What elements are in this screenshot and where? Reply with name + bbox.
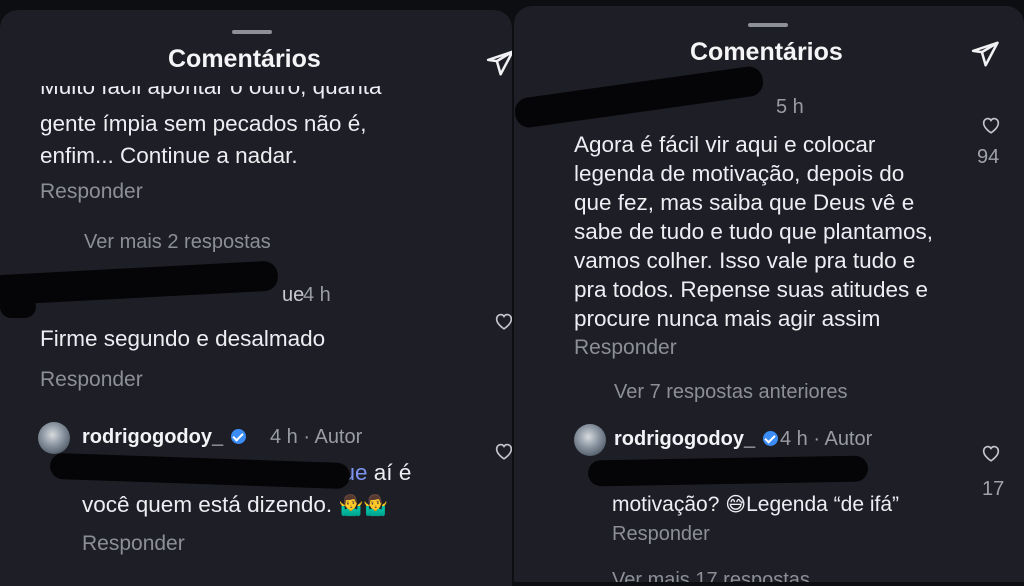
heart-outline-icon[interactable] xyxy=(493,440,512,462)
reply-button[interactable]: Responder xyxy=(40,368,143,392)
verified-badge-icon xyxy=(230,429,246,444)
comment-text-line: motivação? 😅Legenda “de ifá” xyxy=(612,490,899,520)
comment-time: 5 h xyxy=(776,98,804,116)
redacted-scribble xyxy=(587,455,869,487)
comments-panel-left: Comentários Muito fácil apontar o outro,… xyxy=(0,10,512,586)
redacted-scribble xyxy=(0,260,279,306)
comment-time: 4 h xyxy=(303,284,331,306)
reply-button[interactable]: Responder xyxy=(82,532,185,556)
comment-text: Firme segundo e desalmado xyxy=(40,326,326,351)
comment-username[interactable]: rodrigogodoy_ xyxy=(82,426,248,449)
send-icon[interactable] xyxy=(485,48,512,78)
drag-handle[interactable] xyxy=(232,30,272,34)
comment-text-line: que fez, mas saiba que Deus vê e xyxy=(574,190,915,215)
comment-meta: 4 h · Autor xyxy=(780,428,873,450)
comment-text-line: gente ímpia sem pecados não é, xyxy=(40,111,367,136)
comment-username-tail: ue xyxy=(282,284,305,306)
comments-panel-right: Comentários 5 h Agora é fácil vir aqui e… xyxy=(514,6,1024,582)
redacted-scribble xyxy=(514,64,765,130)
comment-text-line: enfim... Continue a nadar. xyxy=(40,143,298,168)
heart-outline-icon[interactable] xyxy=(980,114,1002,136)
heart-outline-icon[interactable] xyxy=(493,310,512,332)
sweat-smile-emoji: 😅 xyxy=(725,494,747,516)
send-icon[interactable] xyxy=(970,39,1000,69)
like-count: 94 xyxy=(977,146,1000,168)
redacted-avatar xyxy=(0,296,36,318)
verified-badge-icon xyxy=(762,431,778,446)
comment-text-line: vamos colher. Isso vale pra tudo e xyxy=(574,248,916,273)
comment-text-line: sabe de tudo e tudo que plantamos, xyxy=(574,219,934,244)
header-title: Comentários xyxy=(168,45,321,73)
like-count: 17 xyxy=(982,478,1005,500)
reply-button[interactable]: Responder xyxy=(574,336,677,360)
avatar[interactable] xyxy=(38,422,70,454)
heart-outline-icon[interactable] xyxy=(980,442,1002,464)
comment-text-line: Agora é fácil vir aqui e colocar xyxy=(574,132,876,157)
avatar[interactable] xyxy=(574,424,606,456)
comment-text-line: você quem está dizendo. 🤷‍♂️🤷‍♂️ xyxy=(82,490,388,521)
comment-text-line: procure nunca mais agir assim xyxy=(574,306,881,331)
view-more-replies-button[interactable]: Ver mais 2 respostas xyxy=(84,231,271,254)
comment-text-line: pra todos. Repense suas atitudes e xyxy=(574,277,928,302)
comment-meta: 4 h · Autor xyxy=(270,426,363,448)
reply-button[interactable]: Responder xyxy=(40,180,143,204)
header-title: Comentários xyxy=(690,38,843,66)
comment-text-line: legenda de motivação, depois do xyxy=(574,161,905,186)
reply-button[interactable]: Responder xyxy=(612,523,710,546)
comment-username[interactable]: rodrigogodoy_ xyxy=(614,428,780,451)
comment-text-partial: Muito fácil apontar o outro, quanta xyxy=(40,86,382,99)
view-previous-replies-button[interactable]: Ver 7 respostas anteriores xyxy=(614,381,847,404)
redacted-scribble xyxy=(49,452,351,490)
drag-handle[interactable] xyxy=(748,23,788,27)
shrug-emoji: 🤷‍♂️🤷‍♂️ xyxy=(338,495,389,517)
